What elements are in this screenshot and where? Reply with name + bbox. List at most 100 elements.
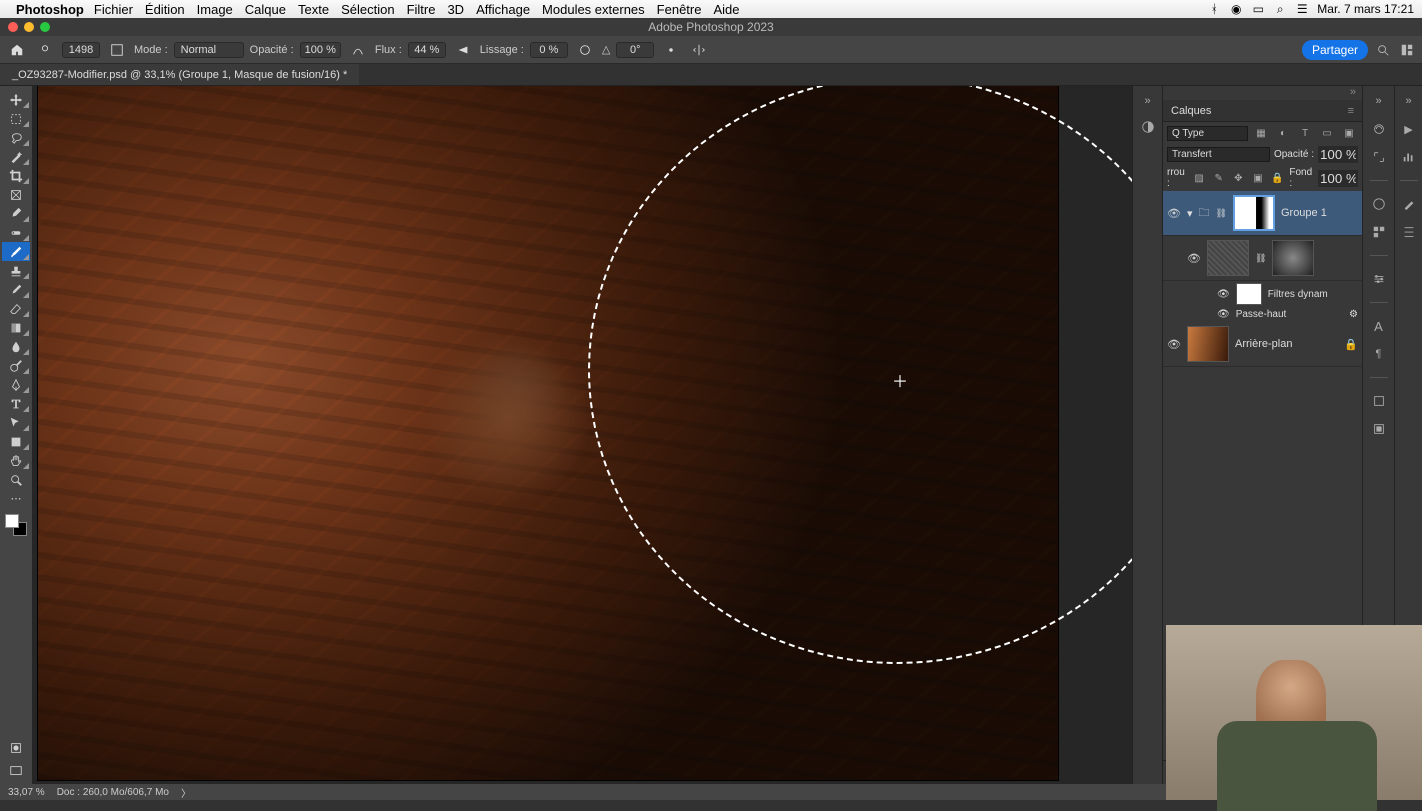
window-minimize-button[interactable] [24, 22, 34, 32]
home-button[interactable] [6, 39, 28, 61]
pressure-opacity-button[interactable] [347, 39, 369, 61]
color-swatches[interactable] [5, 514, 27, 536]
layer-thumb[interactable] [1207, 240, 1249, 276]
lock-all-icon[interactable]: 🔒 [1270, 169, 1286, 187]
menu-fichier[interactable]: Fichier [94, 2, 133, 17]
smart-filter-mask[interactable] [1236, 283, 1262, 305]
brush-settings-button[interactable] [106, 39, 128, 61]
menu-filtre[interactable]: Filtre [407, 2, 436, 17]
zoom-tool[interactable] [2, 470, 30, 489]
visibility-toggle[interactable]: 👁 [1167, 207, 1181, 220]
layer-opacity-field[interactable] [1318, 146, 1358, 163]
layer-background[interactable]: 👁 Arrière-plan 🔒 [1163, 322, 1362, 367]
edit-toolbar-button[interactable]: ⋯ [2, 489, 30, 508]
character-panel-icon[interactable]: A [1370, 317, 1388, 335]
layer-fill-field[interactable] [1318, 170, 1358, 187]
blur-tool[interactable] [2, 337, 30, 356]
dodge-tool[interactable] [2, 356, 30, 375]
status-menu-icon[interactable]: 〉 [181, 785, 191, 800]
document-tab[interactable]: _OZ93287-Modifier.psd @ 33,1% (Groupe 1,… [0, 64, 359, 85]
eyedropper-tool[interactable] [2, 204, 30, 223]
quickmask-button[interactable] [2, 738, 30, 757]
layer-mask-thumb[interactable] [1272, 240, 1314, 276]
wand-tool[interactable] [2, 147, 30, 166]
crop-tool[interactable] [2, 166, 30, 185]
visibility-toggle[interactable]: 👁 [1167, 338, 1181, 351]
layer-kind-filter[interactable]: Q Type [1167, 126, 1248, 141]
path-tool[interactable] [2, 413, 30, 432]
collapsed-panel-expand-icon[interactable]: » [1139, 92, 1157, 110]
pen-tool[interactable] [2, 375, 30, 394]
status-battery-icon[interactable]: ▭ [1251, 2, 1265, 16]
filter-adjust-icon[interactable]: ◐ [1274, 124, 1292, 142]
brush-preset-picker[interactable] [34, 39, 56, 61]
workspace-icon[interactable] [1398, 41, 1416, 59]
dock-collapse-icon[interactable]: » [1400, 92, 1418, 110]
color-panel-icon[interactable] [1370, 195, 1388, 213]
menu-3d[interactable]: 3D [447, 2, 464, 17]
airbrush-button[interactable] [452, 39, 474, 61]
screenmode-button[interactable] [2, 761, 30, 780]
stamp-tool[interactable] [2, 261, 30, 280]
filter-type-icon[interactable]: T [1296, 124, 1314, 142]
layer-smart-object[interactable]: 👁 ⛓ [1163, 236, 1362, 281]
libraries-icon[interactable] [1370, 120, 1388, 138]
move-tool[interactable] [2, 90, 30, 109]
opacity-field[interactable]: 100 % [300, 42, 341, 58]
share-button[interactable]: Partager [1302, 40, 1368, 60]
window-close-button[interactable] [8, 22, 18, 32]
blend-mode-select[interactable]: Normal [174, 42, 244, 58]
adjustments-panel-icon[interactable] [1139, 118, 1157, 136]
filter-shape-icon[interactable]: ▭ [1318, 124, 1336, 142]
menu-affichage[interactable]: Affichage [476, 2, 530, 17]
canvas-area[interactable]: ＋ [32, 86, 1132, 784]
zoom-level[interactable]: 33,07 % [8, 787, 45, 798]
marquee-tool[interactable] [2, 109, 30, 128]
transform-icon[interactable] [1370, 148, 1388, 166]
menu-aide[interactable]: Aide [713, 2, 739, 17]
app-name[interactable]: Photoshop [16, 2, 84, 17]
visibility-toggle[interactable]: 👁 [1217, 309, 1230, 320]
heal-tool[interactable] [2, 223, 30, 242]
search-icon[interactable] [1374, 41, 1392, 59]
brush-panel-icon[interactable] [1400, 195, 1418, 213]
menu-selection[interactable]: Sélection [341, 2, 394, 17]
filter-smart-icon[interactable]: ▣ [1340, 124, 1358, 142]
doc-size[interactable]: Doc : 260,0 Mo/606,7 Mo [57, 787, 169, 798]
brush-settings-icon[interactable] [1400, 223, 1418, 241]
angle-field[interactable]: 0° [616, 42, 654, 58]
lock-transparency-icon[interactable]: ▨ [1191, 169, 1207, 187]
histogram-icon[interactable] [1400, 148, 1418, 166]
smoothing-field[interactable]: 0 % [530, 42, 568, 58]
status-wifi-icon[interactable]: ◉ [1229, 2, 1243, 16]
shape-tool[interactable] [2, 432, 30, 451]
panel-menu-icon[interactable]: ≡ [1348, 105, 1354, 117]
gradient-tool[interactable] [2, 318, 30, 337]
hand-tool[interactable] [2, 451, 30, 470]
filter-pixel-icon[interactable]: ▦ [1252, 124, 1270, 142]
smoothing-options-button[interactable] [574, 39, 596, 61]
lasso-tool[interactable] [2, 128, 30, 147]
adjustments-icon[interactable] [1370, 270, 1388, 288]
layer-mask-thumb[interactable] [1233, 195, 1275, 231]
layers-panel-title[interactable]: Calques [1171, 105, 1211, 117]
status-control-center-icon[interactable]: ☰ [1295, 2, 1309, 16]
frame-tool[interactable] [2, 185, 30, 204]
menu-fenetre[interactable]: Fenêtre [657, 2, 702, 17]
eraser-tool[interactable] [2, 299, 30, 318]
brush-tool[interactable] [2, 242, 30, 261]
symmetry-button[interactable] [688, 39, 710, 61]
filter-blend-icon[interactable]: ⚙ [1349, 309, 1358, 320]
lock-nesting-icon[interactable]: ▣ [1250, 169, 1266, 187]
highpass-filter-row[interactable]: 👁 Passe-haut ⚙ [1163, 307, 1362, 322]
swatches-panel-icon[interactable] [1370, 223, 1388, 241]
play-icon[interactable]: ▶ [1400, 120, 1418, 138]
type-tool[interactable] [2, 394, 30, 413]
dock-collapse-icon[interactable]: » [1370, 92, 1388, 110]
panel-collapse-icon[interactable]: » [1163, 86, 1362, 100]
visibility-toggle[interactable]: 👁 [1187, 252, 1201, 265]
expand-group-icon[interactable]: ▾ [1187, 207, 1193, 220]
menu-edition[interactable]: Édition [145, 2, 185, 17]
lock-paint-icon[interactable]: ✎ [1211, 169, 1227, 187]
menu-texte[interactable]: Texte [298, 2, 329, 17]
